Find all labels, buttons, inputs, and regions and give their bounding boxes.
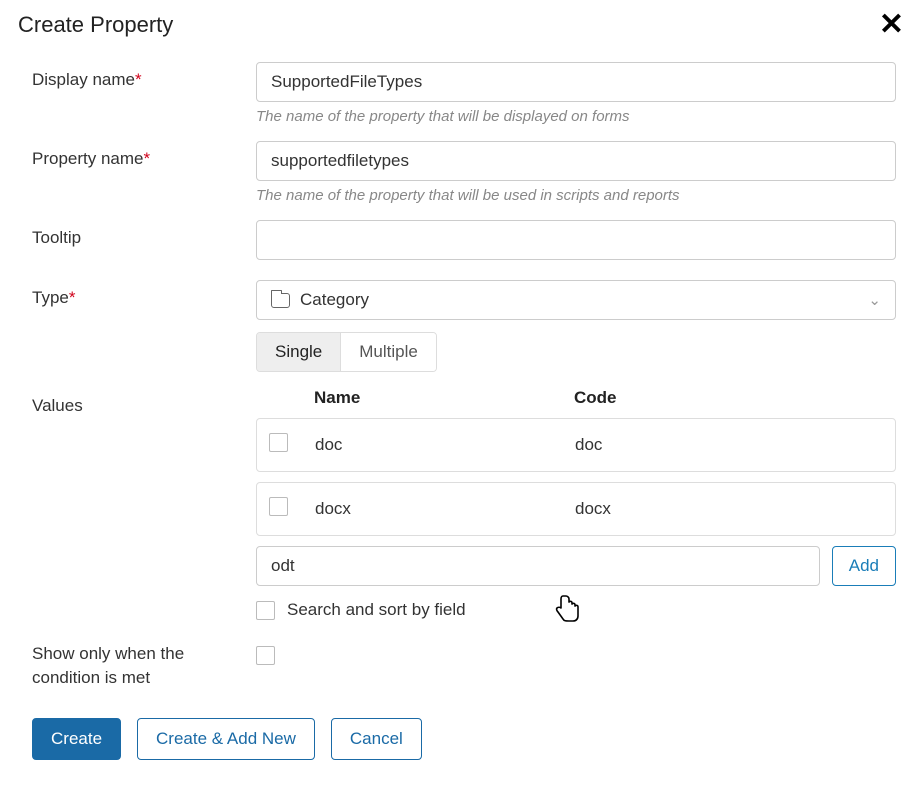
property-name-helper: The name of the property that will be us… xyxy=(256,187,896,204)
tooltip-input[interactable] xyxy=(256,220,896,260)
row-condition: Show only when the condition is met xyxy=(18,640,904,690)
label-tooltip: Tooltip xyxy=(18,220,256,248)
add-value-input[interactable] xyxy=(256,546,820,586)
row-checkbox[interactable] xyxy=(269,433,288,452)
toggle-multiple[interactable]: Multiple xyxy=(340,333,436,371)
display-name-helper: The name of the property that will be di… xyxy=(256,108,896,125)
label-type: Type* xyxy=(18,280,256,308)
values-row-code: doc xyxy=(575,435,895,455)
label-property-name: Property name* xyxy=(18,141,256,169)
values-header-code: Code xyxy=(574,388,896,408)
required-marker: * xyxy=(69,288,76,307)
folder-icon xyxy=(271,293,290,308)
values-row: doc doc xyxy=(256,418,896,472)
type-select-value: Category xyxy=(300,290,369,310)
display-name-input[interactable] xyxy=(256,62,896,102)
row-property-name: Property name* The name of the property … xyxy=(18,141,904,204)
values-header-name: Name xyxy=(314,388,574,408)
dialog-title: Create Property xyxy=(18,12,173,38)
values-row-name: doc xyxy=(315,435,575,455)
row-values: Values Name Code doc doc docx docx Add S… xyxy=(18,388,904,620)
condition-checkbox[interactable] xyxy=(256,646,275,665)
label-condition: Show only when the condition is met xyxy=(18,640,256,690)
row-checkbox[interactable] xyxy=(269,497,288,516)
create-button[interactable]: Create xyxy=(32,718,121,760)
dialog-footer: Create Create & Add New Cancel xyxy=(18,718,904,760)
add-button[interactable]: Add xyxy=(832,546,896,586)
search-sort-label: Search and sort by field xyxy=(287,600,466,620)
dialog-header: Create Property ✕ xyxy=(18,10,904,40)
label-display-name: Display name* xyxy=(18,62,256,90)
row-tooltip: Tooltip xyxy=(18,220,904,260)
toggle-single[interactable]: Single xyxy=(257,333,340,371)
search-sort-row: Search and sort by field xyxy=(256,600,896,620)
search-sort-checkbox[interactable] xyxy=(256,601,275,620)
type-select[interactable]: Category ⌄ xyxy=(256,280,896,320)
required-marker: * xyxy=(144,149,151,168)
row-type: Type* Category ⌄ Single Multiple xyxy=(18,280,904,372)
type-cardinality-toggle: Single Multiple xyxy=(256,332,437,372)
chevron-down-icon: ⌄ xyxy=(868,291,881,309)
property-name-input[interactable] xyxy=(256,141,896,181)
create-add-new-button[interactable]: Create & Add New xyxy=(137,718,315,760)
values-header: Name Code xyxy=(256,388,896,418)
values-row: docx docx xyxy=(256,482,896,536)
required-marker: * xyxy=(135,70,142,89)
close-icon[interactable]: ✕ xyxy=(879,10,904,40)
values-row-name: docx xyxy=(315,499,575,519)
label-values: Values xyxy=(18,388,256,416)
add-value-row: Add xyxy=(256,546,896,586)
cancel-button[interactable]: Cancel xyxy=(331,718,422,760)
values-row-code: docx xyxy=(575,499,895,519)
row-display-name: Display name* The name of the property t… xyxy=(18,62,904,125)
